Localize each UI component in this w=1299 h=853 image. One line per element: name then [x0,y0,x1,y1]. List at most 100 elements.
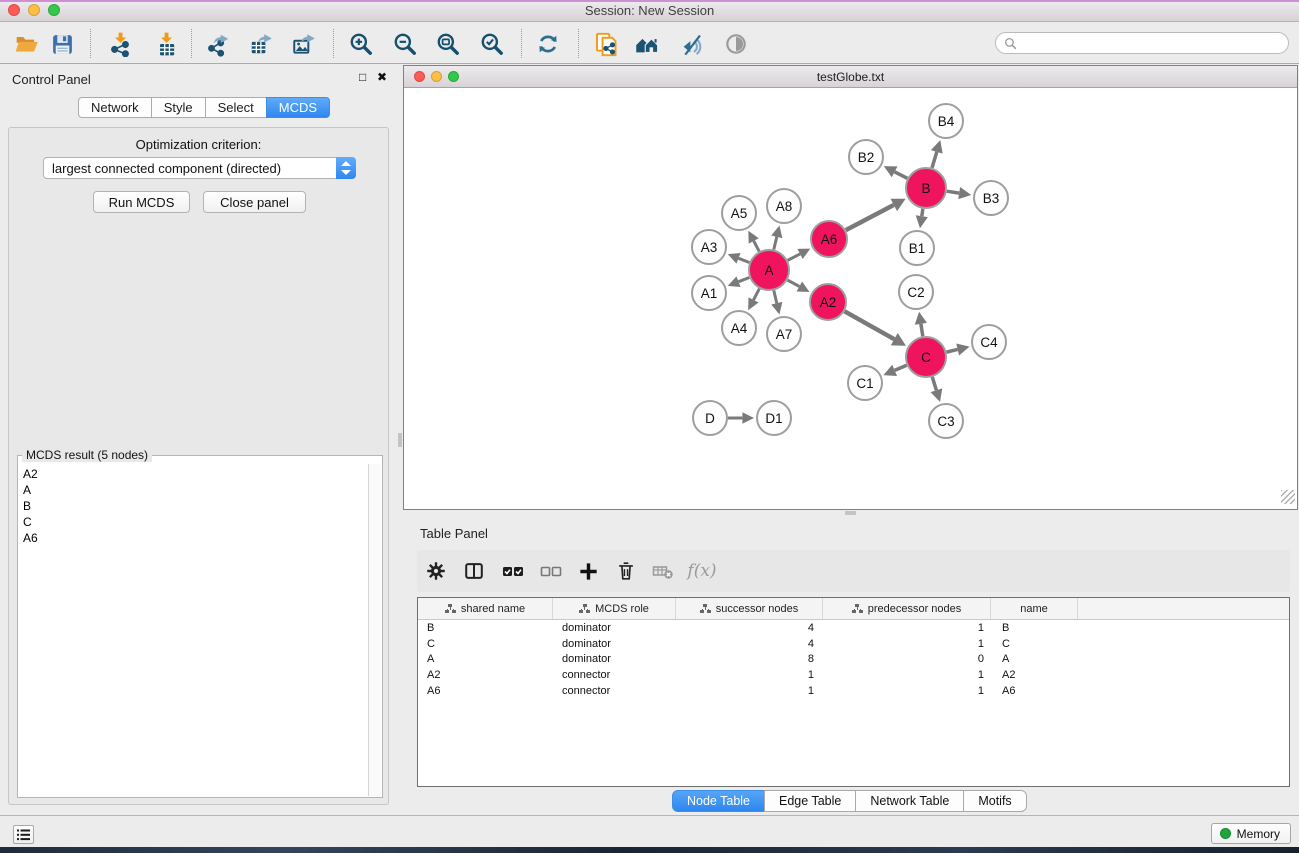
mcds-result-item[interactable]: B [23,498,368,514]
graph-edge-A-A6[interactable] [788,254,800,260]
column-header-successor-nodes[interactable]: successor nodes [676,598,823,619]
scrollbar-thumb[interactable] [845,511,856,515]
table-cell[interactable]: 1 [823,685,991,697]
open-session-button[interactable] [13,30,41,58]
network-window-titlebar[interactable]: testGlobe.txt [404,66,1297,88]
scrollbar-thumb[interactable] [398,433,402,447]
mcds-result-item[interactable]: A2 [23,466,368,482]
function-builder-button[interactable]: f(x) [689,558,715,584]
scrollbar-track[interactable] [368,464,381,796]
graph-edge-A6-B[interactable] [846,205,894,230]
zoom-out-button[interactable] [391,30,419,58]
table-cell[interactable]: connector [553,685,676,697]
table-cell[interactable]: A2 [418,669,553,681]
graph-edge-A-A5[interactable] [754,241,760,251]
toggle-columns-button[interactable] [461,558,487,584]
export-table-button[interactable] [247,30,275,58]
table-cell[interactable]: 1 [676,669,823,681]
add-column-button[interactable] [575,558,601,584]
graph-edge-A-A4[interactable] [754,289,760,300]
clone-network-button[interactable] [592,30,620,58]
table-row[interactable]: Adominator80A [418,651,1289,667]
table-cell[interactable]: dominator [553,638,676,650]
table-cell[interactable]: C [418,638,553,650]
hide-graphics-details-button[interactable] [677,30,705,58]
table-cell[interactable]: 1 [823,622,991,634]
run-mcds-button[interactable]: Run MCDS [93,191,190,213]
table-cell[interactable]: 1 [823,669,991,681]
export-network-button[interactable] [204,30,232,58]
graph-edge-B-B3[interactable] [947,191,959,193]
table-cell[interactable]: A [418,653,553,665]
table-cell[interactable]: A [991,653,1078,665]
tab-edge-table[interactable]: Edge Table [764,790,856,812]
task-history-button[interactable] [13,825,34,844]
zoom-selected-button[interactable] [478,30,506,58]
memory-button[interactable]: Memory [1211,823,1291,844]
import-network-button[interactable] [106,30,134,58]
zoom-fit-button[interactable] [434,30,462,58]
close-panel-icon[interactable]: ✖ [377,70,387,84]
import-table-button[interactable] [152,30,180,58]
tab-style[interactable]: Style [151,97,206,118]
graph-edge-A-A7[interactable] [774,290,777,303]
column-header-predecessor-nodes[interactable]: predecessor nodes [823,598,991,619]
table-cell[interactable]: 1 [823,638,991,650]
table-row[interactable]: Bdominator41B [418,620,1289,636]
table-cell[interactable]: A6 [418,685,553,697]
graph-edge-C-C4[interactable] [946,349,957,352]
resize-grip[interactable] [1281,490,1295,504]
graph-edge-A-A1[interactable] [739,278,750,282]
table-settings-button[interactable] [423,558,449,584]
table-cell[interactable]: 8 [676,653,823,665]
network-canvas[interactable]: B4B2BB3A5A8A6A3B1AA1C2A2A4A7C4CC1DD1C3 [404,88,1297,506]
graph-edge-A-A8[interactable] [774,237,777,250]
graph-edge-B-B1[interactable] [922,209,923,216]
tab-network[interactable]: Network [78,97,152,118]
table-cell[interactable]: B [418,622,553,634]
table-cell[interactable]: dominator [553,653,676,665]
table-cell[interactable]: B [991,622,1078,634]
export-image-button[interactable] [290,30,318,58]
show-navigator-button[interactable] [633,30,661,58]
optimization-dropdown[interactable]: largest connected component (directed) [43,157,356,179]
graph-edge-C-C1[interactable] [895,365,907,370]
table-cell[interactable]: dominator [553,622,676,634]
search-input[interactable] [1022,36,1280,50]
save-session-button[interactable] [48,30,76,58]
deselect-all-button[interactable] [538,558,564,584]
graph-edge-B-B4[interactable] [932,152,937,168]
table-cell[interactable]: connector [553,669,676,681]
mcds-result-item[interactable]: C [23,514,368,530]
float-panel-icon[interactable]: □ [359,70,366,84]
table-row[interactable]: Cdominator41C [418,636,1289,652]
table-cell[interactable]: A6 [991,685,1078,697]
refresh-view-button[interactable] [534,30,562,58]
table-row[interactable]: A6connector11A6 [418,683,1289,699]
delete-table-button[interactable] [650,558,676,584]
show-graphics-details-button[interactable] [722,30,750,58]
zoom-in-button[interactable] [347,30,375,58]
column-header-shared-name[interactable]: shared name [418,598,553,619]
graph-edge-A-A3[interactable] [739,258,750,262]
table-cell[interactable]: A2 [991,669,1078,681]
graph-edge-A2-C[interactable] [845,311,895,339]
mcds-result-item[interactable]: A [23,482,368,498]
mcds-result-item[interactable]: A6 [23,530,368,546]
tab-motifs[interactable]: Motifs [963,790,1026,812]
tab-select[interactable]: Select [205,97,267,118]
table-cell[interactable]: 1 [676,685,823,697]
column-header-MCDS-role[interactable]: MCDS role [553,598,676,619]
graph-edge-C-C3[interactable] [932,377,936,390]
table-row[interactable]: A2connector11A2 [418,667,1289,683]
table-cell[interactable]: 4 [676,622,823,634]
tab-network-table[interactable]: Network Table [855,790,964,812]
select-all-button[interactable] [500,558,526,584]
table-cell[interactable]: C [991,638,1078,650]
graph-edge-A-A2[interactable] [787,280,799,286]
tab-mcds[interactable]: MCDS [266,97,330,118]
close-panel-button[interactable]: Close panel [203,191,306,213]
table-cell[interactable]: 0 [823,653,991,665]
graph-edge-B-B2[interactable] [895,172,908,179]
column-header-name[interactable]: name [991,598,1078,619]
